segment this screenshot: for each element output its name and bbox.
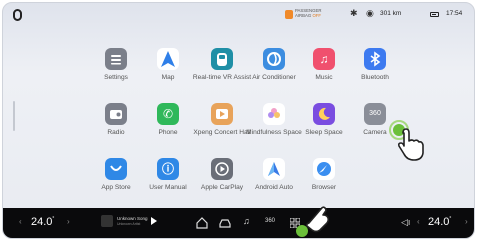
wifi-icon: ◉ <box>366 8 374 18</box>
bluetooth-status-icon: ✱ <box>350 8 358 18</box>
camera-360-dock-icon[interactable]: 360 <box>265 218 275 224</box>
hand-swipe-icon <box>305 206 330 233</box>
sleep-space-icon <box>313 103 335 125</box>
airbag-label-line2: AIRBAG <box>295 13 312 18</box>
music-icon: ♫ <box>313 48 335 70</box>
bluetooth-icon <box>364 48 386 70</box>
right-temp-value: 24.0 <box>428 216 450 228</box>
play-icon[interactable] <box>151 217 157 225</box>
right-temp-increase-icon[interactable]: › <box>465 217 468 226</box>
right-temp-decrease-icon[interactable]: ‹ <box>417 217 420 226</box>
right-temp-unit: ° <box>449 216 452 222</box>
radio-icon <box>105 103 127 125</box>
user-manual-icon: ⓘ <box>157 158 179 180</box>
app-browser[interactable]: Browser <box>291 158 357 192</box>
map-icon <box>157 48 179 70</box>
home-icon[interactable] <box>196 217 208 229</box>
mindfulness-icon <box>263 103 285 125</box>
left-temperature[interactable]: 24.0° <box>31 216 54 228</box>
airbag-icon <box>285 10 293 19</box>
song-title: Unknown Song <box>117 216 148 221</box>
concert-hall-icon <box>211 103 233 125</box>
left-temp-decrease-icon[interactable]: ‹ <box>19 217 22 226</box>
carplay-icon <box>211 158 233 180</box>
side-drawer-handle[interactable] <box>13 101 15 131</box>
vr-assist-icon <box>211 48 233 70</box>
browser-icon <box>313 158 335 180</box>
volume-icon[interactable]: ◁ı <box>401 217 410 228</box>
brand-logo-icon <box>13 9 22 21</box>
left-temp-increase-icon[interactable]: › <box>67 217 70 226</box>
android-auto-icon <box>263 158 285 180</box>
music-note-icon[interactable]: ♫ <box>243 216 250 226</box>
right-temperature[interactable]: 24.0° <box>428 216 451 228</box>
album-art <box>101 215 113 227</box>
air-conditioner-icon <box>263 48 285 70</box>
car-icon[interactable] <box>218 218 232 229</box>
settings-icon <box>105 48 127 70</box>
app-label: Browser <box>311 184 337 191</box>
app-bluetooth[interactable]: Bluetooth <box>342 48 408 82</box>
hand-pointer-icon <box>397 128 424 161</box>
left-temp-value: 24.0 <box>31 216 53 228</box>
battery-icon <box>430 12 439 17</box>
phone-icon: ✆ <box>157 103 179 125</box>
bottom-dock: ‹ 24.0° › Unknown Song Unknown Artist ♫ … <box>3 208 474 238</box>
clock: 17:54 <box>446 10 463 17</box>
range-readout: 301 km <box>380 10 402 17</box>
song-artist: Unknown Artist <box>117 222 141 226</box>
passenger-airbag-status: PASSENGER AIRBAG OFF <box>295 8 321 18</box>
app-store-icon <box>105 158 127 180</box>
app-label: Bluetooth <box>361 74 389 81</box>
camera-360-icon: 360 <box>364 103 386 125</box>
status-bar: PASSENGER AIRBAG OFF ✱ ◉ 301 km 17:54 <box>3 3 474 27</box>
left-temp-unit: ° <box>52 216 55 222</box>
infotainment-screen: PASSENGER AIRBAG OFF ✱ ◉ 301 km 17:54 Se… <box>2 2 475 239</box>
airbag-state: OFF <box>312 13 322 18</box>
